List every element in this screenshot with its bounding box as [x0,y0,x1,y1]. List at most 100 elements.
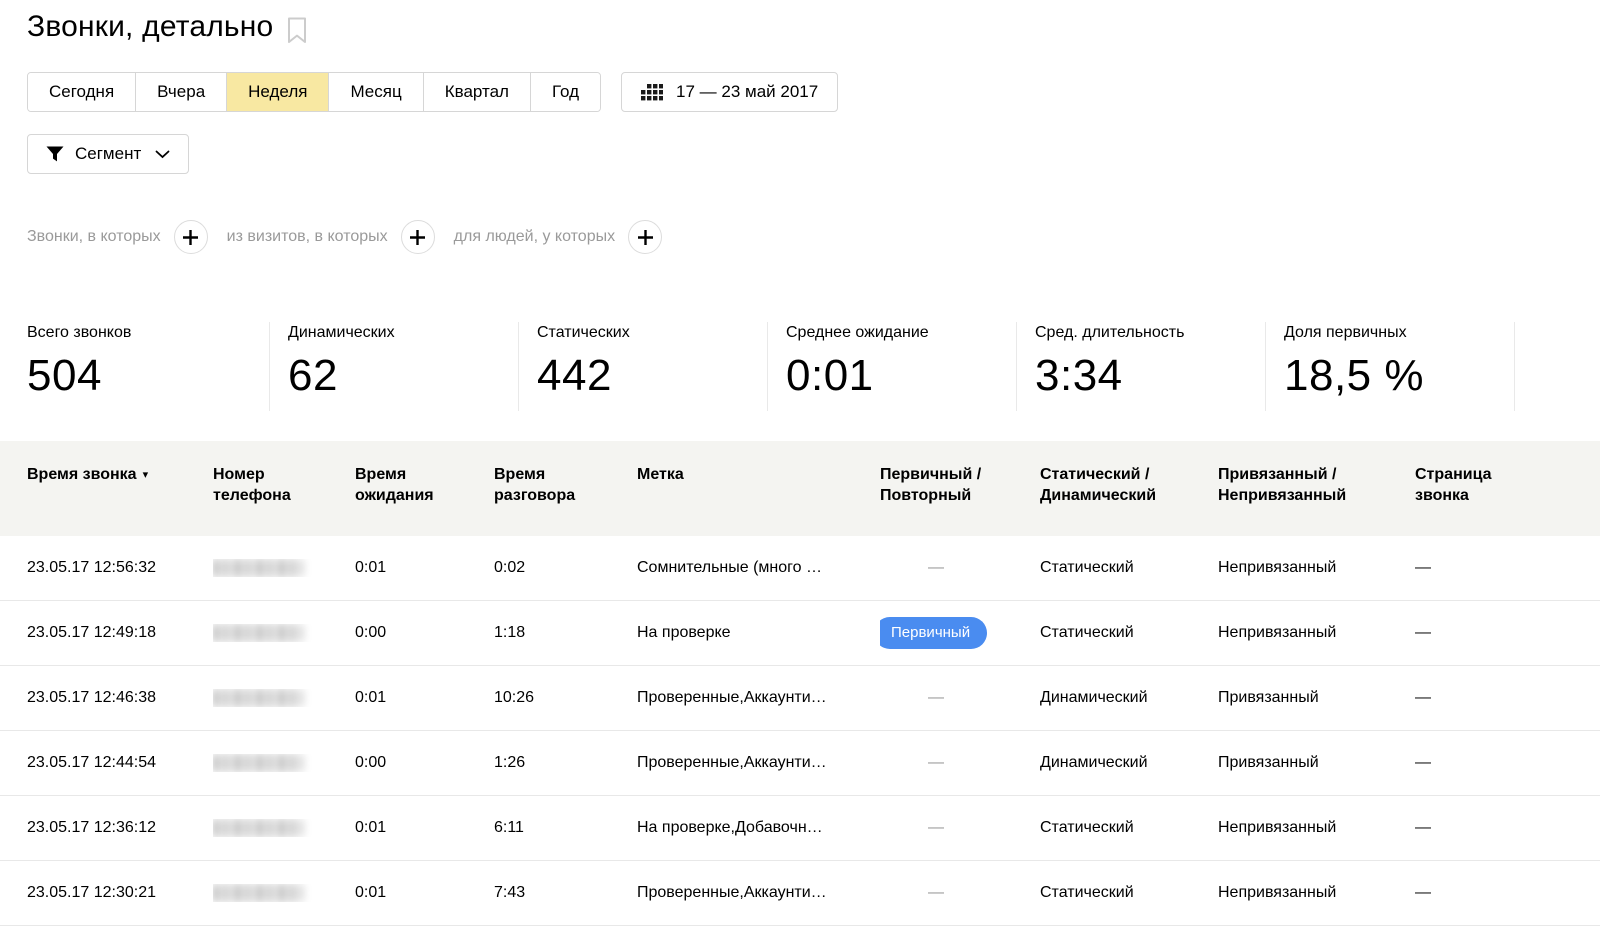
tab-quarter[interactable]: Квартал [424,73,531,111]
date-range-label: 17 — 23 май 2017 [676,82,818,102]
phone-number [213,884,355,902]
stat-avg-duration: Сред. длительность 3:34 [1017,322,1266,411]
call-page: — [1415,754,1600,772]
phone-number [213,559,355,577]
call-page: — [1415,819,1600,837]
page-title: Звонки, детально [27,10,273,44]
phone-number-blurred [213,884,303,902]
wait-time: 0:00 [355,624,494,642]
primary-repeat: — [880,819,1040,837]
call-tag: На проверке,Добавочн… [637,819,880,837]
empty-dash: — [928,559,944,576]
talk-time: 0:02 [494,559,637,577]
bookmark-icon[interactable] [287,17,307,44]
talk-time: 7:43 [494,884,637,902]
column-header-tag[interactable]: Метка [637,464,880,536]
table-header: Время звонка▾ Номер телефона Время ожида… [0,441,1600,536]
date-range-button[interactable]: 17 — 23 май 2017 [621,72,838,112]
talk-time: 1:18 [494,624,637,642]
column-header-primary-repeat[interactable]: Первичный / Повторный [880,464,1040,536]
column-label: ожидания [355,485,480,506]
column-header-wait-time[interactable]: Время ожидания [355,464,494,536]
phone-number-blurred [213,819,303,837]
phone-number-blurred [213,624,303,642]
empty-dash: — [928,689,944,706]
bound-unbound: Привязанный [1218,689,1415,707]
phone-number [213,689,355,707]
stat-dynamic: Динамических 62 [270,322,519,411]
column-header-bound-unbound[interactable]: Привязанный / Непривязанный [1218,464,1415,536]
stat-value: 504 [27,351,269,401]
add-call-filter-button[interactable] [174,220,208,254]
empty-dash: — [928,884,944,901]
tab-week[interactable]: Неделя [227,73,329,111]
table-row[interactable]: 23.05.17 12:44:54 0:00 1:26 Проверенные,… [0,731,1600,796]
column-label: Статический / [1040,464,1204,485]
wait-time: 0:01 [355,559,494,577]
stat-label: Всего звонков [27,324,269,342]
calendar-icon [641,84,663,101]
primary-repeat: — [880,884,1040,902]
stat-avg-wait: Среднее ожидание 0:01 [768,322,1017,411]
static-dynamic: Динамический [1040,689,1218,707]
stat-total-calls: Всего звонков 504 [27,322,270,411]
primary-repeat: — [880,754,1040,772]
column-header-static-dynamic[interactable]: Статический / Динамический [1040,464,1218,536]
phone-number [213,754,355,772]
talk-time: 1:26 [494,754,637,772]
wait-time: 0:01 [355,689,494,707]
static-dynamic: Статический [1040,624,1218,642]
primary-repeat: — [880,559,1040,577]
column-label: Метка [637,464,866,485]
stat-label: Статических [537,324,767,342]
wait-time: 0:00 [355,754,494,772]
tab-yesterday[interactable]: Вчера [136,73,227,111]
column-header-call-time[interactable]: Время звонка▾ [27,464,213,536]
tab-month[interactable]: Месяц [329,73,423,111]
phone-number [213,819,355,837]
summary-stats: Всего звонков 504 Динамических 62 Статич… [0,322,1600,411]
column-label: разговора [494,485,623,506]
filter-calls-label: Звонки, в которых [27,228,161,246]
call-tag: Проверенные,Аккаунти… [637,884,880,902]
table-row[interactable]: 23.05.17 12:56:32 0:01 0:02 Сомнительные… [0,536,1600,601]
tab-today[interactable]: Сегодня [28,73,136,111]
call-page: — [1415,624,1600,642]
filter-people-label: для людей, у которых [454,228,615,246]
column-header-call-page[interactable]: Страница звонка [1415,464,1600,536]
table-row[interactable]: 23.05.17 12:46:38 0:01 10:26 Проверенные… [0,666,1600,731]
column-label: Номер [213,464,341,485]
plus-icon [409,229,426,246]
column-label: Непривязанный [1218,485,1401,506]
stat-label: Динамических [288,324,518,342]
add-people-filter-button[interactable] [628,220,662,254]
stat-value: 0:01 [786,351,1016,401]
empty-dash: — [928,819,944,836]
call-time: 23.05.17 12:49:18 [27,624,213,642]
wait-time: 0:01 [355,819,494,837]
column-label: Время [494,464,623,485]
call-time: 23.05.17 12:44:54 [27,754,213,772]
wait-time: 0:01 [355,884,494,902]
talk-time: 10:26 [494,689,637,707]
stat-label: Доля первичных [1284,324,1514,342]
segment-button[interactable]: Сегмент [27,134,189,174]
period-controls: Сегодня Вчера Неделя Месяц Квартал Год 1… [0,72,1600,112]
static-dynamic: Статический [1040,819,1218,837]
column-label: Время звонка [27,466,137,483]
column-header-phone[interactable]: Номер телефона [213,464,355,536]
primary-repeat: — [880,689,1040,707]
call-time: 23.05.17 12:36:12 [27,819,213,837]
table-row[interactable]: 23.05.17 12:30:21 0:01 7:43 Проверенные,… [0,861,1600,926]
filter-bar: Звонки, в которых из визитов, в которых … [0,220,1600,254]
call-tag: На проверке [637,624,880,642]
table-row[interactable]: 23.05.17 12:36:12 0:01 6:11 На проверке,… [0,796,1600,861]
period-tab-group: Сегодня Вчера Неделя Месяц Квартал Год [27,72,601,112]
plus-icon [637,229,654,246]
bound-unbound: Непривязанный [1218,884,1415,902]
stat-label: Сред. длительность [1035,324,1265,342]
column-header-talk-time[interactable]: Время разговора [494,464,637,536]
table-row[interactable]: 23.05.17 12:49:18 0:00 1:18 На проверке … [0,601,1600,666]
add-visit-filter-button[interactable] [401,220,435,254]
tab-year[interactable]: Год [531,73,600,111]
